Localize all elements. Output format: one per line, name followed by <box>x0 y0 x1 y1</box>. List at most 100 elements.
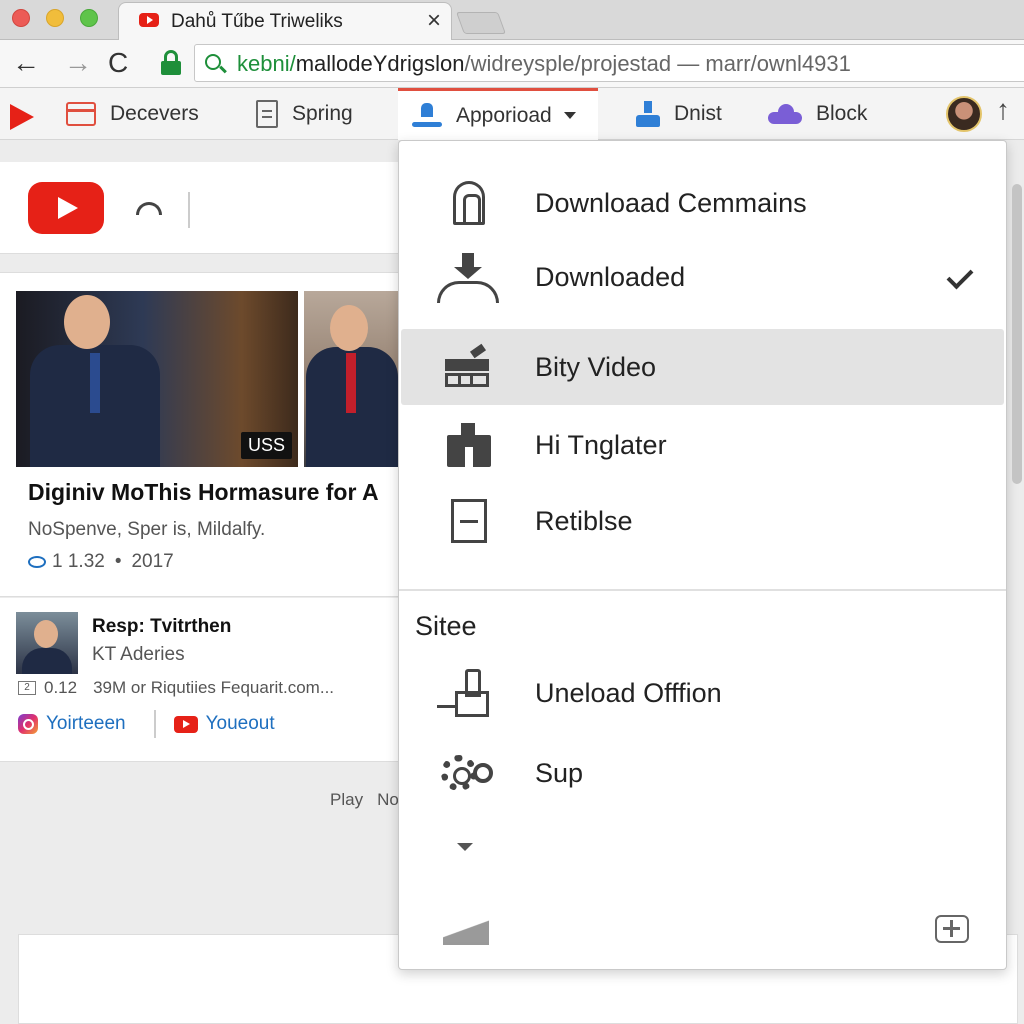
youtube-icon <box>173 715 198 733</box>
download-arrow-icon <box>433 253 503 303</box>
menu-item-hi-tnglater[interactable]: Hi Tnglater <box>401 407 1004 483</box>
zoom-window-button[interactable] <box>80 9 98 27</box>
tab-close-icon[interactable]: × <box>427 7 441 35</box>
meta-text: 39M or Riqutiies Fequarit.com... <box>93 678 335 697</box>
forward-arrow-icon[interactable]: → <box>64 48 92 78</box>
gear-icon <box>433 749 503 797</box>
channel-thumbnail[interactable] <box>16 612 78 674</box>
new-tab-button[interactable] <box>455 12 507 34</box>
menu-item-retiblse[interactable]: Retiblse <box>401 483 1004 559</box>
menu-item-download-cemmains[interactable]: Downloaad Cemmains <box>401 165 1004 241</box>
back-arrow-icon[interactable]: ← <box>12 48 40 78</box>
browser-tab[interactable]: Dahů Tűbe Triweliks × <box>118 2 452 40</box>
play-row: Play No <box>330 790 399 810</box>
video-meta: 1 1.32 • 2017 <box>28 551 174 573</box>
toolbar-item-decevers[interactable]: Decevers <box>66 88 199 140</box>
cloud-icon <box>768 104 802 124</box>
menu-section-title: Sitee <box>415 611 477 641</box>
video-description: NoSpenve, Sper is, Mildalfy. <box>28 519 266 540</box>
minimize-window-button[interactable] <box>46 9 64 27</box>
loading-spinner-icon <box>136 202 162 215</box>
menu-item-downloaded[interactable]: Downloaded <box>401 239 1004 315</box>
up-arrow-icon[interactable]: ↑ <box>996 94 1010 126</box>
flask-icon <box>636 101 660 127</box>
avatar[interactable] <box>946 96 982 132</box>
menu-item-label: Hi Tnglater <box>535 429 667 460</box>
menu-item-label: Downloaad Cemmains <box>535 187 807 218</box>
download-icon <box>412 102 442 129</box>
no-link[interactable]: No <box>377 790 399 809</box>
video-title[interactable]: Resp: Tvitrthen <box>92 616 231 638</box>
window-titlebar: Dahů Tűbe Triweliks × <box>0 0 1024 40</box>
link-yoirteeen[interactable]: Yoirteeen <box>46 713 126 735</box>
calendar-icon <box>66 102 96 126</box>
play-link[interactable]: Play <box>330 790 363 809</box>
url-host: kebni/ <box>237 51 296 76</box>
video-meta: 2 0.12 39M or Riqutiies Fequarit.com... <box>18 678 334 698</box>
toolbar-item-label: Dnist <box>674 102 722 125</box>
toolbar-item-label: Apporioad <box>456 103 552 127</box>
youtube-logo-icon[interactable] <box>28 182 104 234</box>
views-icon <box>28 556 46 568</box>
youtube-favicon-icon <box>139 13 159 27</box>
search-icon <box>205 54 221 70</box>
toolbar-item-dnist[interactable]: Dnist <box>636 88 722 140</box>
meta-separator: • <box>114 551 122 572</box>
url-domain: mallodeYdrigslon <box>295 51 465 76</box>
close-window-button[interactable] <box>12 9 30 27</box>
checkmark-icon <box>945 262 975 292</box>
url-text: kebni/mallodeYdrigslon/widreysple/projes… <box>237 51 851 77</box>
toolbar-item-apporioad[interactable]: Apporioad <box>398 88 598 140</box>
menu-item-label: Downloaded <box>535 261 686 292</box>
block-icon <box>433 421 503 469</box>
view-count: 1 1.32 <box>52 551 105 572</box>
reload-icon[interactable]: C <box>108 48 128 78</box>
document-icon <box>256 100 278 128</box>
link-divider <box>153 710 156 738</box>
menu-item-label: Uneload Offfion <box>535 677 722 708</box>
expand-more-icon[interactable] <box>457 843 473 851</box>
menu-item-bity-video[interactable]: Bity Video <box>401 329 1004 405</box>
navigation-bar: ← → C kebni/mallodeYdrigslon/widreysple/… <box>0 40 1024 88</box>
toolbar-item-label: Spring <box>292 102 353 125</box>
video-thumbnail[interactable]: USS <box>16 291 298 467</box>
chevron-down-icon <box>563 112 576 119</box>
count-value: 0.12 <box>44 678 78 697</box>
link-youeout[interactable]: Youeout <box>206 713 275 735</box>
youtube-header <box>0 162 400 254</box>
url-path: /widreysple/projestad — marr/ownl4931 <box>464 51 851 76</box>
menu-divider <box>399 589 1006 591</box>
download-dropdown-menu: Downloaad Cemmains Downloaded Bity Video… <box>398 140 1007 970</box>
channel-name: KT Aderies <box>92 644 185 665</box>
count-box-icon: 2 <box>18 681 36 695</box>
video-badge: USS <box>240 432 292 459</box>
upload-icon <box>433 669 503 717</box>
toolbar-item-label: Decevers <box>110 102 199 125</box>
toolbar-item-label: Block <box>816 102 868 125</box>
toolbar-item-block[interactable]: Block <box>768 88 867 140</box>
instagram-icon <box>18 714 38 734</box>
header-divider <box>188 192 190 228</box>
lock-icon[interactable] <box>160 50 182 76</box>
video-title[interactable]: Diginiv MoThis Hormasure for A <box>28 479 379 506</box>
tab-title: Dahů Tűbe Triweliks <box>171 11 343 32</box>
youtube-play-icon[interactable] <box>10 104 34 130</box>
menu-item-label: Sup <box>535 757 584 788</box>
video-card-small[interactable]: Resp: Tvitrthen KT Aderies 2 0.12 39M or… <box>0 598 400 762</box>
toolbar-item-spring[interactable]: Spring <box>256 88 353 140</box>
signal-icon <box>443 915 489 945</box>
add-icon[interactable] <box>935 915 969 943</box>
page-scrollbar[interactable] <box>1012 184 1022 484</box>
menu-item-label: Bity Video <box>535 351 657 382</box>
film-edit-icon <box>433 343 503 391</box>
address-input[interactable]: kebni/mallodeYdrigslon/widreysple/projes… <box>194 44 1024 82</box>
box-icon <box>433 497 503 545</box>
video-card[interactable]: USS Diginiv MoThis Hormasure for A NoSpe… <box>0 272 400 597</box>
video-thumbnail-2[interactable] <box>304 291 400 467</box>
video-year: 2017 <box>131 551 174 572</box>
arch-icon <box>433 179 503 227</box>
menu-item-label: Retiblse <box>535 505 633 536</box>
menu-item-uneload-offfion[interactable]: Uneload Offfion <box>401 655 1004 731</box>
bookmarks-bar: Decevers Spring Apporioad Dnist Block <box>0 88 1024 140</box>
menu-item-sup[interactable]: Sup <box>401 735 1004 811</box>
